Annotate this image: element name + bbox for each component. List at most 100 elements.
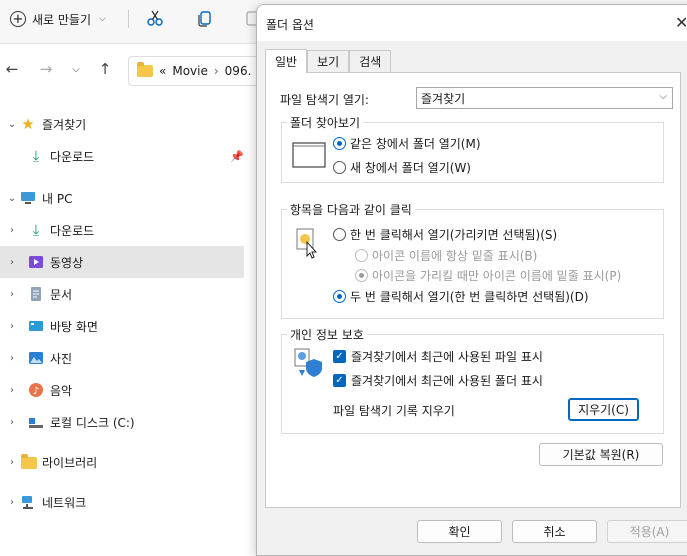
sidebar-item-label: 문서: [50, 287, 73, 302]
click-items-title: 항목을 다음과 같이 클릭: [287, 201, 415, 218]
chevron-right-icon[interactable]: ›: [7, 321, 17, 332]
recent-locations-icon[interactable]: ⌵: [66, 64, 86, 75]
same-window-icon: [292, 142, 326, 168]
chevron-down-icon[interactable]: ⌄: [7, 119, 17, 130]
clear-history-button[interactable]: 지우기(C): [568, 398, 639, 421]
open-explorer-value: 즐겨찾기: [421, 92, 466, 106]
star-icon: ★: [21, 115, 35, 133]
sidebar-item-network[interactable]: › 네트워크: [0, 486, 250, 518]
restore-defaults-button[interactable]: 기본값 복원(R): [539, 443, 663, 466]
cut-icon[interactable]: [146, 9, 164, 27]
chevron-right-icon[interactable]: ›: [7, 289, 17, 300]
tab-view[interactable]: 보기: [307, 50, 350, 72]
address-bar[interactable]: « Movie › 096.: [128, 56, 268, 86]
chevron-down-icon[interactable]: ⌄: [7, 193, 17, 204]
sidebar-item-local-disk[interactable]: › 로컬 디스크 (C:): [0, 406, 250, 438]
sidebar-item-libraries[interactable]: › 라이브러리: [0, 446, 250, 478]
download-icon: ⤓: [32, 147, 40, 165]
single-click-radio[interactable]: 한 번 클릭해서 열기(가리키면 선택됨)(S): [333, 226, 557, 243]
radio-dot[interactable]: [355, 269, 368, 282]
radio-dot[interactable]: [333, 290, 346, 303]
tab-general[interactable]: 일반: [265, 49, 308, 73]
sidebar-item-label: 라이브러리: [42, 455, 98, 470]
sidebar-item-desktop[interactable]: › 바탕 화면: [0, 310, 250, 342]
radio-dot[interactable]: [333, 228, 346, 241]
plus-icon: +: [10, 11, 26, 27]
ok-button[interactable]: 확인: [417, 520, 502, 543]
underline-hover-radio[interactable]: 아이콘을 가리킬 때만 아이콘 이름에 밑줄 표시(P): [355, 267, 621, 284]
sidebar-item-music[interactable]: › ♪ 음악: [0, 374, 250, 406]
sidebar-item-downloads[interactable]: › ⤓ 다운로드: [0, 214, 250, 246]
same-window-label: 같은 창에서 폴더 열기(M): [350, 137, 481, 151]
underline-hover-label: 아이콘을 가리킬 때만 아이콘 이름에 밑줄 표시(P): [372, 269, 622, 283]
recent-folders-checkbox[interactable]: ✓ 즐겨찾기에서 최근에 사용된 폴더 표시: [333, 372, 543, 389]
chevron-right-icon[interactable]: ›: [7, 353, 17, 364]
recent-files-checkbox[interactable]: ✓ 즐겨찾기에서 최근에 사용된 파일 표시: [333, 348, 543, 365]
dialog-titlebar[interactable]: 폴더 옵션 ✕: [257, 5, 687, 41]
same-window-radio[interactable]: 같은 창에서 폴더 열기(M): [333, 135, 481, 152]
cancel-button[interactable]: 취소: [512, 520, 597, 543]
sidebar-item-label: 즐겨찾기: [42, 117, 87, 132]
sidebar-item-label: 음악: [50, 383, 73, 398]
checkmark-icon[interactable]: ✓: [333, 350, 346, 363]
click-items-group: 항목을 다음과 같이 클릭 한 번 클릭해서 열기(가리키면 선택됨)(S) 아…: [281, 201, 664, 319]
sidebar-item-videos[interactable]: › 동영상: [0, 246, 244, 278]
chevron-right-icon[interactable]: ›: [7, 457, 17, 468]
general-tab-page: 파일 탐색기 열기: 즐겨찾기 ⌵ 폴더 찾아보기 같은 창에서 폴더 열기(M…: [265, 72, 681, 508]
tab-search[interactable]: 검색: [349, 50, 392, 72]
close-icon[interactable]: ✕: [675, 13, 687, 32]
back-arrow-icon[interactable]: ←: [2, 60, 22, 78]
radio-dot[interactable]: [333, 137, 346, 150]
chevron-right-icon[interactable]: ›: [7, 257, 17, 268]
new-window-label: 새 창에서 폴더 열기(W): [350, 161, 471, 175]
open-explorer-select[interactable]: 즐겨찾기 ⌵: [416, 87, 673, 109]
sidebar-item-downloads-pinned[interactable]: ⤓ 다운로드 📌: [0, 140, 250, 172]
dialog-tabs: 일반 보기 검색: [265, 49, 392, 73]
folder-options-dialog: 폴더 옵션 ✕ 일반 보기 검색 파일 탐색기 열기: 즐겨찾기 ⌵ 폴더 찾아…: [256, 4, 687, 556]
sidebar-item-pictures[interactable]: › 사진: [0, 342, 250, 374]
browse-folders-group: 폴더 찾아보기 같은 창에서 폴더 열기(M) 새 창에서 폴더 열기(W): [281, 114, 664, 183]
dialog-title: 폴더 옵션: [266, 18, 314, 32]
underline-always-label: 아이콘 이름에 항상 밑줄 표시(B): [372, 249, 538, 263]
chevron-down-icon: ⌵: [99, 14, 106, 24]
desktop-icon: [29, 321, 43, 331]
up-arrow-icon[interactable]: ↑: [95, 60, 115, 78]
chevron-right-icon[interactable]: ›: [7, 225, 17, 236]
radio-dot[interactable]: [355, 249, 368, 262]
folder-icon: [137, 62, 153, 77]
breadcrumb-movie[interactable]: Movie: [172, 64, 208, 78]
apply-button[interactable]: 적용(A): [607, 520, 687, 543]
address-overflow[interactable]: «: [159, 64, 166, 78]
forward-arrow-icon[interactable]: →: [36, 60, 56, 78]
browse-folders-title: 폴더 찾아보기: [287, 114, 364, 131]
privacy-icon: [294, 348, 322, 377]
chevron-right-icon[interactable]: ›: [7, 385, 17, 396]
document-icon: [31, 287, 41, 301]
chevron-right-icon[interactable]: ›: [7, 497, 17, 508]
music-icon: ♪: [29, 383, 43, 397]
sidebar-item-favorites[interactable]: ⌄ ★ 즐겨찾기: [0, 108, 250, 140]
breadcrumb-current[interactable]: 096.: [225, 64, 252, 78]
sidebar-item-label: 다운로드: [50, 149, 95, 164]
new-button[interactable]: + 새로 만들기 ⌵: [10, 8, 106, 30]
navigation-pane: ⌄ ★ 즐겨찾기 ⤓ 다운로드 📌 ⌄ 내 PC › ⤓ 다운로드 › 동영상 …: [0, 108, 250, 518]
radio-dot[interactable]: [333, 161, 346, 174]
sidebar-item-this-pc[interactable]: ⌄ 내 PC: [0, 182, 250, 214]
video-icon: [29, 256, 43, 268]
sidebar-item-label: 내 PC: [42, 191, 73, 206]
chevron-right-icon[interactable]: ›: [7, 417, 17, 428]
checkmark-icon[interactable]: ✓: [333, 374, 346, 387]
sidebar-item-documents[interactable]: › 문서: [0, 278, 250, 310]
folder-icon: [21, 454, 37, 469]
double-click-label: 두 번 클릭해서 열기(한 번 클릭하면 선택됨)(D): [350, 290, 589, 304]
double-click-radio[interactable]: 두 번 클릭해서 열기(한 번 클릭하면 선택됨)(D): [333, 288, 589, 305]
underline-always-radio[interactable]: 아이콘 이름에 항상 밑줄 표시(B): [355, 247, 537, 264]
new-window-radio[interactable]: 새 창에서 폴더 열기(W): [333, 159, 471, 176]
copy-icon[interactable]: [196, 9, 214, 27]
sidebar-item-label: 다운로드: [50, 223, 95, 238]
pictures-icon: [29, 352, 43, 364]
pin-icon: 📌: [230, 149, 244, 163]
privacy-title: 개인 정보 보호: [287, 326, 367, 343]
single-click-label: 한 번 클릭해서 열기(가리키면 선택됨)(S): [350, 228, 558, 242]
svg-text:♪: ♪: [33, 386, 39, 397]
